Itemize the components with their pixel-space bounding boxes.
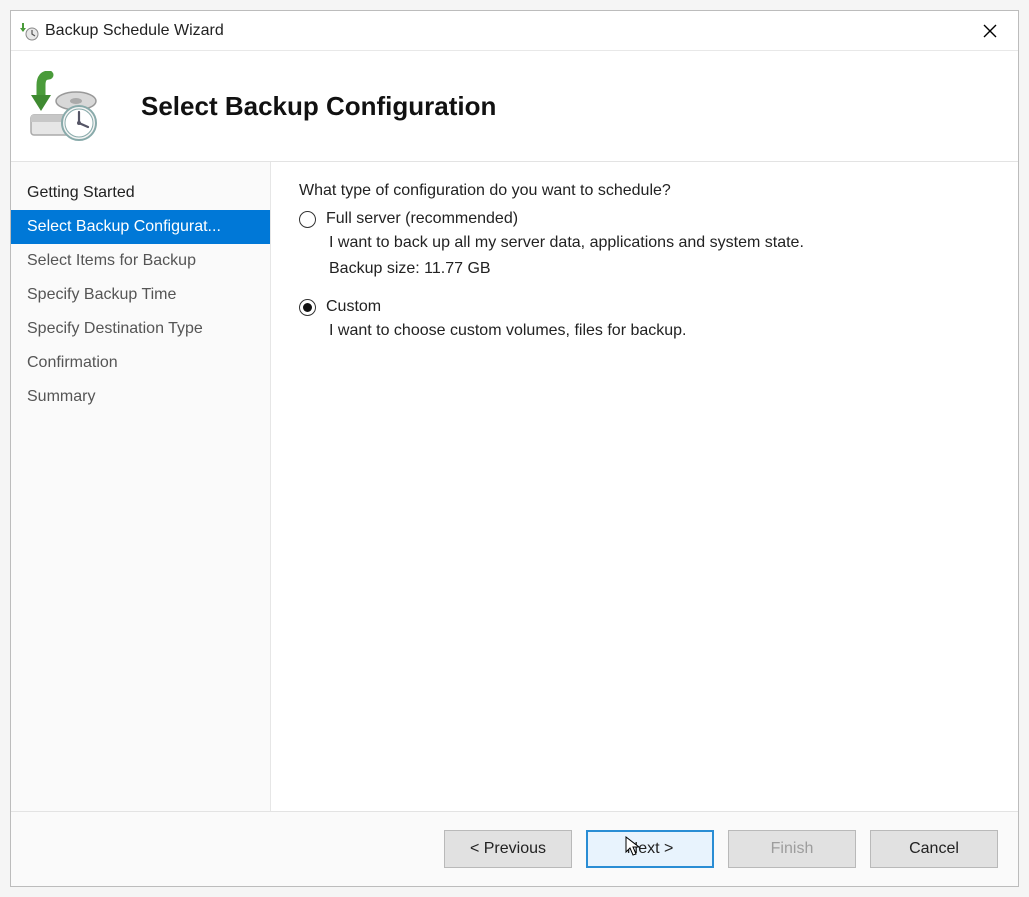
wizard-body: Getting Started Select Backup Configurat… bbox=[11, 162, 1018, 811]
backup-wizard-icon bbox=[21, 71, 101, 141]
page-title: Select Backup Configuration bbox=[141, 91, 496, 122]
close-button[interactable] bbox=[970, 16, 1010, 46]
button-bar: < Previous Next > Finish Cancel bbox=[11, 811, 1018, 886]
step-summary[interactable]: Summary bbox=[11, 380, 270, 414]
option-full-server-size: Backup size: 11.77 GB bbox=[329, 260, 986, 278]
previous-button[interactable]: < Previous bbox=[444, 830, 572, 868]
option-custom-desc: I want to choose custom volumes, files f… bbox=[329, 322, 986, 340]
wizard-header: Select Backup Configuration bbox=[11, 51, 1018, 162]
step-getting-started[interactable]: Getting Started bbox=[11, 176, 270, 210]
next-button[interactable]: Next > bbox=[586, 830, 714, 868]
wizard-steps-sidebar: Getting Started Select Backup Configurat… bbox=[11, 162, 271, 811]
window-title: Backup Schedule Wizard bbox=[45, 22, 970, 40]
option-custom[interactable]: Custom I want to choose custom volumes, … bbox=[299, 298, 986, 340]
backup-schedule-icon bbox=[19, 21, 39, 41]
titlebar: Backup Schedule Wizard bbox=[11, 11, 1018, 51]
option-full-server[interactable]: Full server (recommended) I want to back… bbox=[299, 210, 986, 278]
step-select-backup-configuration[interactable]: Select Backup Configurat... bbox=[11, 210, 270, 244]
wizard-window: Backup Schedule Wizard Select Backup Con… bbox=[10, 10, 1019, 887]
step-specify-destination-type[interactable]: Specify Destination Type bbox=[11, 312, 270, 346]
step-specify-backup-time[interactable]: Specify Backup Time bbox=[11, 278, 270, 312]
step-confirmation[interactable]: Confirmation bbox=[11, 346, 270, 380]
wizard-content: What type of configuration do you want t… bbox=[271, 162, 1018, 811]
option-full-server-desc: I want to back up all my server data, ap… bbox=[329, 234, 986, 252]
config-question: What type of configuration do you want t… bbox=[299, 182, 986, 200]
radio-full-server[interactable] bbox=[299, 211, 316, 228]
cancel-button[interactable]: Cancel bbox=[870, 830, 998, 868]
finish-button: Finish bbox=[728, 830, 856, 868]
option-full-server-label: Full server (recommended) bbox=[326, 210, 518, 228]
radio-custom[interactable] bbox=[299, 299, 316, 316]
option-custom-label: Custom bbox=[326, 298, 381, 316]
step-select-items-for-backup[interactable]: Select Items for Backup bbox=[11, 244, 270, 278]
